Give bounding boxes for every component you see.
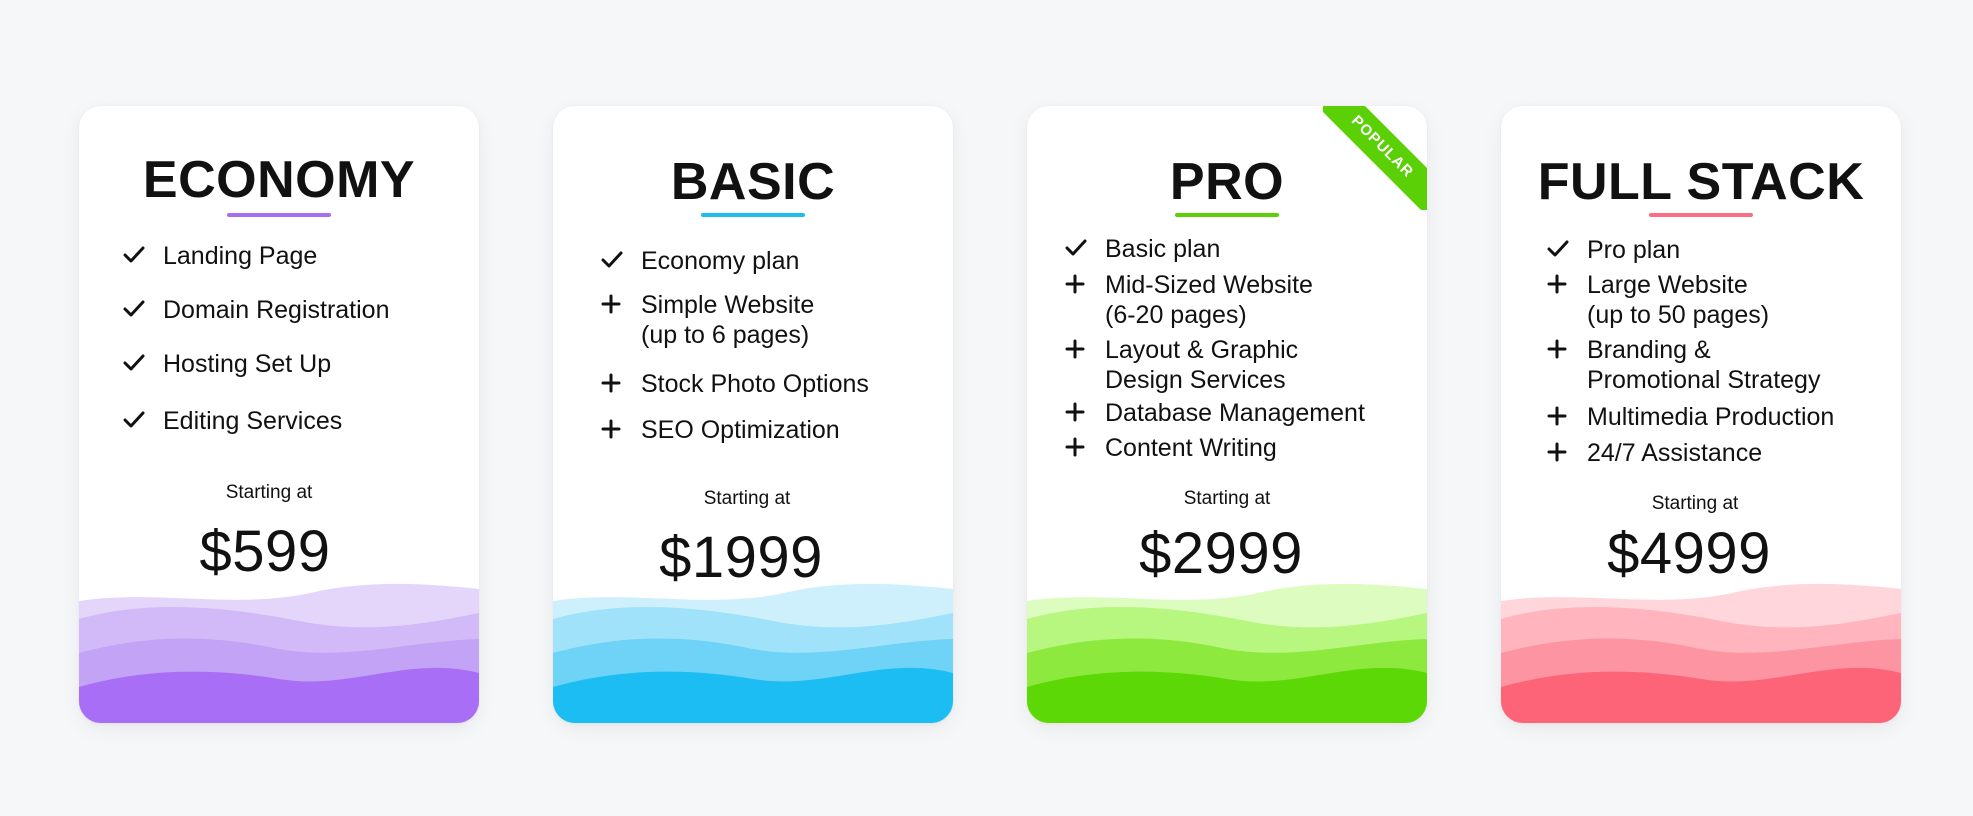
plus-icon <box>1065 433 1095 461</box>
plus-icon <box>1547 438 1577 466</box>
pricing-card-economy[interactable]: ECONOMY Landing Page Domain Registration… <box>79 106 479 723</box>
feature-text: Large Website (up to 50 pages) <box>1587 271 1770 329</box>
check-icon <box>1547 235 1577 263</box>
starting-at-label: Starting at <box>225 482 313 503</box>
plus-icon <box>601 369 631 397</box>
feature-item: Editing Services <box>123 406 459 436</box>
check-icon <box>123 295 153 323</box>
feature-item: Content Writing <box>1065 433 1407 463</box>
title-underline <box>1649 213 1753 217</box>
feature-text: Economy plan <box>641 247 800 275</box>
feature-text: Simple Website (up to 6 pages) <box>641 291 815 349</box>
feature-text: Stock Photo Options <box>641 370 869 398</box>
starting-at-label: Starting at <box>1183 488 1271 509</box>
feature-text: Content Writing <box>1105 434 1277 462</box>
check-icon <box>123 241 153 269</box>
wave-decoration <box>1027 583 1427 723</box>
plan-title: FULL STACK <box>1537 153 1865 211</box>
feature-item: Large Website (up to 50 pages) <box>1547 270 1881 330</box>
starting-at-label: Starting at <box>1651 493 1739 514</box>
feature-text: Editing Services <box>163 407 343 435</box>
title-underline <box>1175 213 1279 217</box>
feature-item: 24/7 Assistance <box>1547 438 1881 468</box>
price: $4999 <box>1607 521 1771 586</box>
plus-icon <box>1065 398 1095 426</box>
feature-item: Branding & Promotional Strategy <box>1547 335 1881 395</box>
feature-text: 24/7 Assistance <box>1587 439 1763 467</box>
feature-item: Database Management <box>1065 398 1407 428</box>
check-icon <box>601 246 631 274</box>
plus-icon <box>601 415 631 443</box>
feature-item: SEO Optimization <box>601 415 933 445</box>
check-icon <box>123 406 153 434</box>
popular-badge: POPULAR <box>1323 106 1427 210</box>
check-icon <box>123 349 153 377</box>
feature-item: Pro plan <box>1547 235 1881 265</box>
feature-text: Database Management <box>1105 399 1365 427</box>
wave-decoration <box>79 583 479 723</box>
price: $2999 <box>1139 521 1303 586</box>
pricing-card-full-stack[interactable]: FULL STACK Pro plan Large Website (up to… <box>1501 106 1901 723</box>
popular-ribbon: POPULAR <box>1323 106 1427 210</box>
feature-text: Hosting Set Up <box>163 350 332 378</box>
pricing-card-pro[interactable]: PRO POPULAR Basic plan Mid-Sized Website… <box>1027 106 1427 723</box>
starting-at-label: Starting at <box>703 488 791 509</box>
feature-text: Basic plan <box>1105 235 1221 263</box>
pricing-card-basic[interactable]: BASIC Economy plan Simple Website (up to… <box>553 106 953 723</box>
plus-icon <box>1065 335 1095 363</box>
title-underline <box>701 213 805 217</box>
feature-item: Mid-Sized Website (6-20 pages) <box>1065 270 1407 330</box>
plus-icon <box>601 290 631 318</box>
feature-text: Branding & Promotional Strategy <box>1587 336 1821 394</box>
check-icon <box>1065 234 1095 262</box>
feature-text: Domain Registration <box>163 296 390 324</box>
feature-item: Basic plan <box>1065 234 1407 264</box>
plan-title: BASIC <box>670 153 836 211</box>
feature-text: Multimedia Production <box>1587 403 1835 431</box>
feature-item: Stock Photo Options <box>601 369 933 399</box>
feature-item: Hosting Set Up <box>123 349 459 379</box>
feature-text: Layout & Graphic Design Services <box>1105 336 1299 394</box>
wave-decoration <box>1501 583 1901 723</box>
plus-icon <box>1065 270 1095 298</box>
feature-text: Pro plan <box>1587 236 1681 264</box>
feature-item: Economy plan <box>601 246 933 276</box>
feature-text: SEO Optimization <box>641 416 840 444</box>
plus-icon <box>1547 402 1577 430</box>
title-underline <box>227 213 331 217</box>
feature-text: Mid-Sized Website (6-20 pages) <box>1105 271 1313 329</box>
price: $599 <box>199 519 331 584</box>
feature-item: Layout & Graphic Design Services <box>1065 335 1407 395</box>
feature-item: Landing Page <box>123 241 459 271</box>
plus-icon <box>1547 335 1577 363</box>
plus-icon <box>1547 270 1577 298</box>
feature-item: Simple Website (up to 6 pages) <box>601 290 933 350</box>
price: $1999 <box>659 525 823 590</box>
feature-item: Multimedia Production <box>1547 402 1881 432</box>
plan-title: ECONOMY <box>142 151 416 209</box>
feature-item: Domain Registration <box>123 295 459 325</box>
wave-decoration <box>553 583 953 723</box>
feature-text: Landing Page <box>163 242 318 270</box>
